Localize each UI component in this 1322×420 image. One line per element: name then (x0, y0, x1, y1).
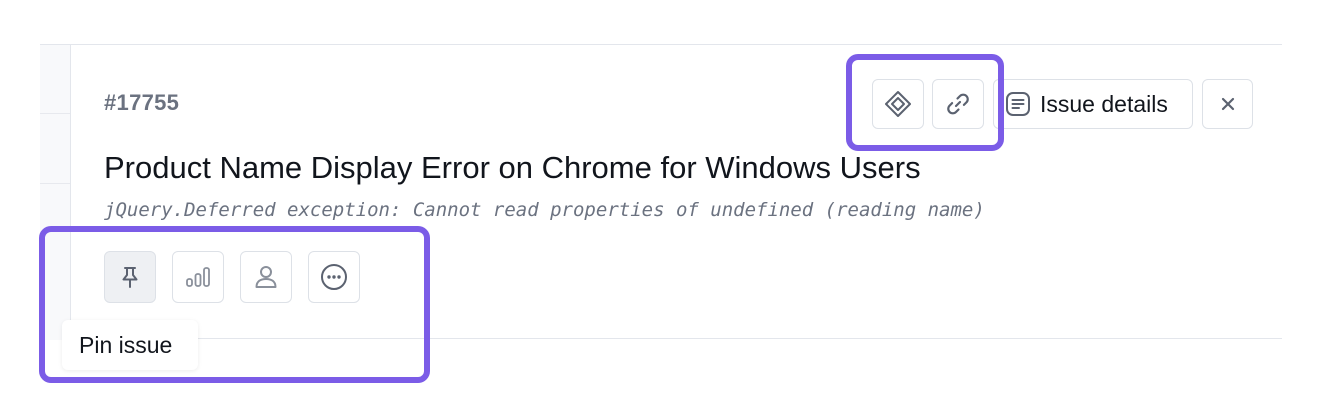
highlight-box-header-actions (846, 54, 1004, 151)
highlight-box-action-bar (39, 226, 430, 383)
issue-id: #17755 (104, 90, 180, 115)
close-button[interactable] (1202, 79, 1253, 129)
close-icon (1220, 96, 1236, 112)
issue-error-message: jQuery.Deferred exception: Cannot read p… (104, 199, 985, 221)
issue-details-label: Issue details (1040, 90, 1168, 117)
issue-details-button[interactable]: Issue details (993, 79, 1193, 129)
list-icon (1004, 90, 1032, 118)
issue-title: Product Name Display Error on Chrome for… (104, 150, 921, 185)
top-divider (40, 44, 1282, 45)
